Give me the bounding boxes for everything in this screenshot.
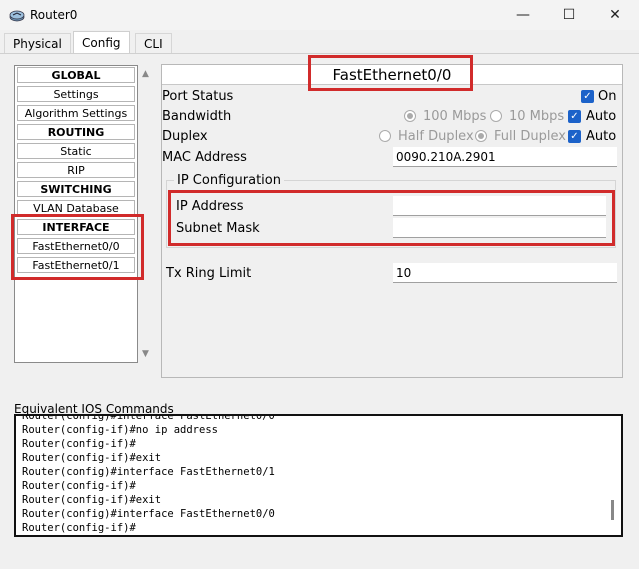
ios-line: Router(config)#interface FastEthernet0/1 [22, 466, 275, 478]
ios-line: Router(config-if)# [22, 438, 136, 450]
bandwidth-auto-checkbox[interactable]: ✓ [568, 110, 581, 123]
ios-line: Router(config-if)# [22, 480, 136, 492]
ios-line: Router(config-if)#no ip address [22, 424, 218, 436]
tx-ring-limit-input[interactable]: 10 [393, 263, 617, 283]
ip-config-highlight-box [168, 190, 615, 246]
scroll-down-icon[interactable]: ▼ [142, 349, 149, 359]
ios-commands-console[interactable]: Router(config)#interface FastEthernet0/0… [14, 414, 623, 537]
router-app-icon [9, 8, 25, 22]
bandwidth-auto-label: Auto [586, 109, 617, 124]
tab-physical[interactable]: Physical [4, 33, 71, 53]
full-duplex-radio[interactable] [475, 130, 487, 142]
port-status-label: Port Status [162, 89, 234, 104]
sidebar-item-algorithm-settings[interactable]: Algorithm Settings [17, 105, 135, 121]
ios-line: Router(config-if)#exit [22, 494, 162, 506]
duplex-label: Duplex [162, 129, 208, 144]
scroll-up-icon[interactable]: ▲ [142, 69, 149, 79]
tab-cli[interactable]: CLI [135, 33, 172, 53]
ios-line: Router(config-if)# [22, 522, 136, 534]
tab-config[interactable]: Config [73, 31, 130, 54]
port-status-checkbox[interactable]: ✓ [581, 90, 594, 103]
interface-highlight-box [11, 214, 144, 280]
sidebar-item-static[interactable]: Static [17, 143, 135, 159]
sidebar-header-routing: ROUTING [17, 124, 135, 140]
half-duplex-label: Half Duplex [398, 129, 474, 144]
maximize-button[interactable]: ☐ [546, 0, 592, 30]
close-button[interactable]: ✕ [592, 0, 638, 30]
sidebar-header-global: GLOBAL [17, 67, 135, 83]
bandwidth-100-radio[interactable] [404, 110, 416, 122]
sidebar-item-settings[interactable]: Settings [17, 86, 135, 102]
duplex-auto-label: Auto [586, 129, 617, 144]
ip-configuration-title: IP Configuration [174, 173, 284, 188]
ios-scrollbar-thumb[interactable] [611, 500, 614, 520]
bandwidth-100-label: 100 Mbps [423, 109, 487, 124]
ios-line: Router(config)#interface FastEthernet0/0 [22, 414, 275, 422]
port-status-on-label: On [598, 89, 617, 104]
sidebar-header-switching: SWITCHING [17, 181, 135, 197]
ios-line: Router(config-if)#exit [22, 452, 162, 464]
mac-address-field[interactable]: 0090.210A.2901 [393, 147, 617, 167]
mac-address-label: MAC Address [162, 150, 247, 165]
bandwidth-10-label: 10 Mbps [509, 109, 565, 124]
window-title: Router0 [30, 8, 78, 22]
title-highlight-box [308, 55, 473, 91]
minimize-button[interactable]: — [500, 0, 546, 30]
half-duplex-radio[interactable] [379, 130, 391, 142]
bandwidth-label: Bandwidth [162, 109, 232, 124]
sidebar-item-rip[interactable]: RIP [17, 162, 135, 178]
tab-divider [0, 53, 639, 54]
bandwidth-10-radio[interactable] [490, 110, 502, 122]
full-duplex-label: Full Duplex [494, 129, 566, 144]
tx-ring-limit-label: Tx Ring Limit [166, 266, 252, 281]
ios-line: Router(config)#interface FastEthernet0/0 [22, 508, 275, 520]
duplex-auto-checkbox[interactable]: ✓ [568, 130, 581, 143]
